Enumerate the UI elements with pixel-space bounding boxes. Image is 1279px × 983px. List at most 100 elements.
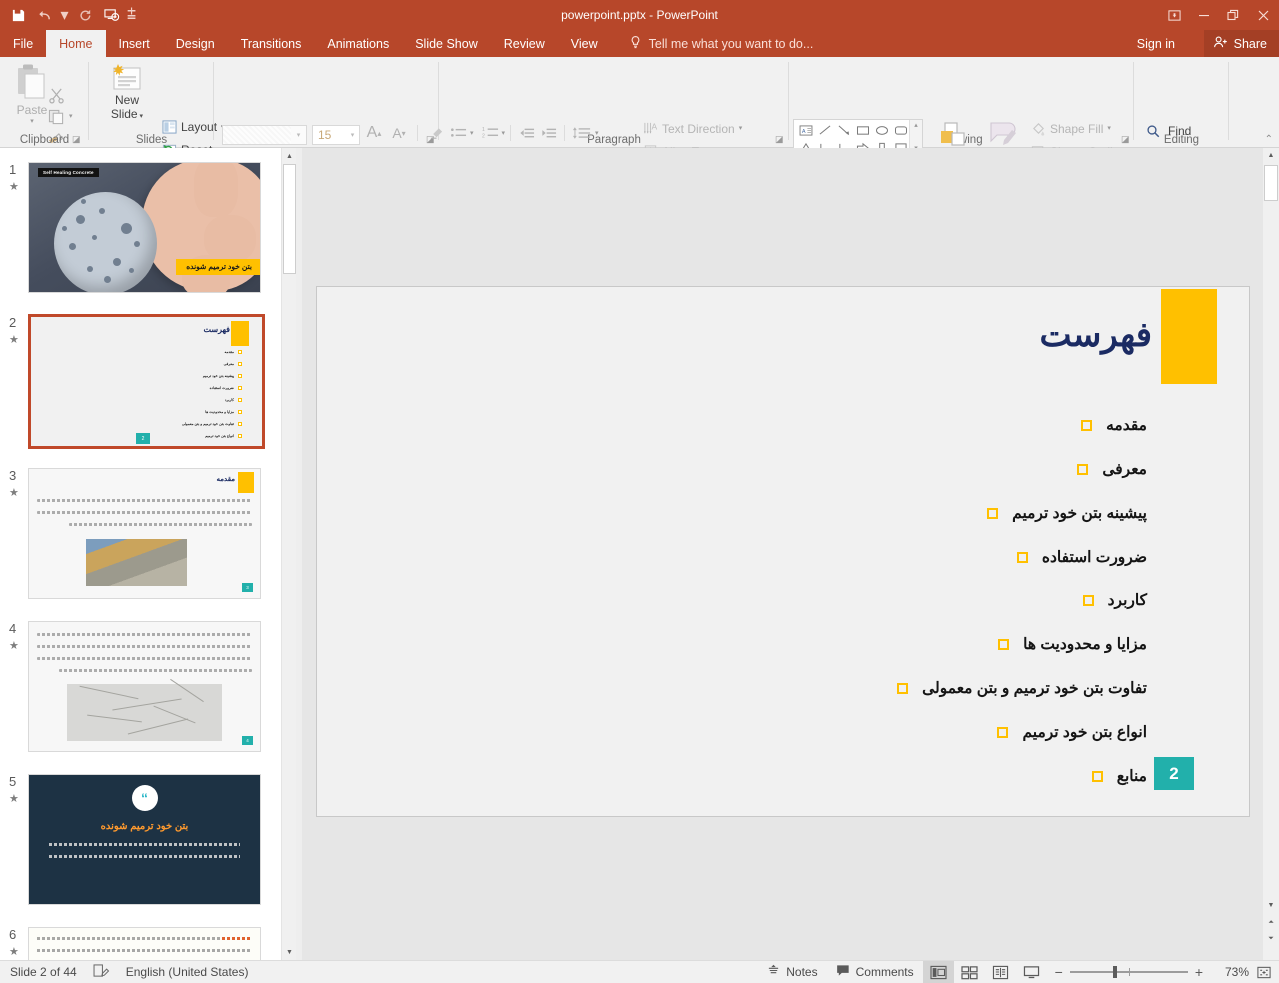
tab-transitions[interactable]: Transitions bbox=[228, 30, 315, 57]
undo-icon[interactable] bbox=[32, 4, 56, 26]
zoom-out-button[interactable]: − bbox=[1055, 965, 1063, 979]
fit-slide-to-window-icon[interactable] bbox=[1249, 965, 1279, 980]
paragraph-dialog-launcher[interactable]: ◪ bbox=[775, 134, 784, 145]
toc-item-2[interactable]: معرفی bbox=[1077, 460, 1147, 479]
main-scroll-up-icon[interactable]: ▲ bbox=[1263, 148, 1279, 163]
font-size-dropdown-icon[interactable]: ▾ bbox=[346, 131, 359, 139]
toc-item-7[interactable]: تفاوت بتن خود ترمیم و بتن معمولی bbox=[897, 679, 1147, 698]
restore-icon[interactable] bbox=[1218, 0, 1247, 30]
font-name-input[interactable]: ▾ bbox=[222, 125, 307, 145]
zoom-track[interactable] bbox=[1070, 971, 1188, 973]
increase-font-size-icon[interactable]: A▴ bbox=[363, 123, 385, 143]
clipboard-dialog-launcher[interactable]: ◪ bbox=[72, 134, 81, 145]
spell-check-icon[interactable] bbox=[93, 964, 110, 981]
font-size-value[interactable]: 15 bbox=[313, 128, 346, 142]
shape-fill-button[interactable]: Shape Fill ▾ bbox=[1028, 120, 1114, 137]
main-scrollbar-thumb[interactable] bbox=[1264, 165, 1278, 201]
shape-fill-dropdown-icon[interactable]: ▾ bbox=[1107, 125, 1111, 132]
language-label[interactable]: English (United States) bbox=[126, 965, 249, 979]
reading-view-icon[interactable] bbox=[985, 961, 1016, 983]
minimize-icon[interactable] bbox=[1189, 0, 1218, 30]
decrease-font-size-icon[interactable]: A▾ bbox=[388, 123, 410, 143]
thumbnail-frame[interactable] bbox=[28, 927, 261, 960]
previous-slide-icon[interactable]: ⏶ bbox=[1263, 915, 1279, 930]
shape-rounded-rect-icon[interactable] bbox=[891, 121, 910, 139]
toc-item-9[interactable]: منابع bbox=[1092, 767, 1147, 786]
panel-scroll-down-icon[interactable]: ▼ bbox=[282, 944, 297, 960]
shape-arrow-icon[interactable] bbox=[834, 121, 853, 139]
main-scroll-down-icon[interactable]: ▼ bbox=[1263, 898, 1279, 913]
redo-icon[interactable] bbox=[73, 4, 97, 26]
slide-edit-area[interactable]: فهرست مقدمه معرفی پیشینه بتن خود ترمیم ض… bbox=[302, 148, 1263, 960]
shape-line-icon[interactable] bbox=[815, 121, 834, 139]
toc-item-4[interactable]: ضرورت استفاده bbox=[1017, 548, 1147, 567]
slide-show-icon[interactable] bbox=[1016, 961, 1047, 983]
font-size-input[interactable]: 15 ▾ bbox=[312, 125, 360, 145]
tab-view[interactable]: View bbox=[558, 30, 611, 57]
copy-icon[interactable] bbox=[48, 109, 65, 130]
copy-dropdown-icon[interactable]: ▾ bbox=[69, 113, 73, 120]
toc-item-3[interactable]: پیشینه بتن خود ترمیم bbox=[987, 504, 1147, 523]
tab-design[interactable]: Design bbox=[163, 30, 228, 57]
tab-animations[interactable]: Animations bbox=[314, 30, 402, 57]
slide-area-scrollbar[interactable]: ▲ ▼ ⏶ ⏷ bbox=[1263, 148, 1279, 960]
panel-scroll-up-icon[interactable]: ▲ bbox=[282, 148, 297, 164]
text-direction-button[interactable]: A Text Direction ▾ bbox=[640, 120, 745, 137]
slide-sorter-icon[interactable] bbox=[954, 961, 985, 983]
tell-me-box[interactable]: Tell me what you want to do... bbox=[611, 30, 814, 57]
line-spacing-dropdown-icon[interactable]: ▾ bbox=[595, 130, 599, 137]
new-slide-button[interactable]: New Slide ▾ bbox=[101, 63, 153, 121]
font-name-value[interactable] bbox=[223, 126, 291, 144]
cut-icon[interactable] bbox=[48, 87, 65, 109]
numbering-dropdown-icon[interactable]: ▾ bbox=[502, 130, 506, 137]
zoom-in-button[interactable]: + bbox=[1195, 965, 1203, 979]
bullets-button[interactable] bbox=[448, 123, 469, 143]
thumbnail-frame[interactable]: 4 bbox=[28, 621, 261, 752]
numbering-button[interactable]: 12 bbox=[480, 123, 501, 143]
current-slide-canvas[interactable]: فهرست مقدمه معرفی پیشینه بتن خود ترمیم ض… bbox=[316, 286, 1250, 817]
comments-button[interactable]: Comments bbox=[827, 961, 923, 983]
slide-thumbnail-panel[interactable]: 1 ★ bbox=[0, 148, 281, 960]
tab-file[interactable]: File bbox=[0, 30, 46, 57]
shape-oval-icon[interactable] bbox=[872, 121, 891, 139]
tab-review[interactable]: Review bbox=[491, 30, 558, 57]
toc-item-1[interactable]: مقدمه bbox=[1081, 416, 1147, 435]
share-button[interactable]: Share bbox=[1204, 30, 1279, 57]
start-from-beginning-icon[interactable] bbox=[99, 4, 123, 26]
line-spacing-button[interactable] bbox=[570, 123, 594, 143]
toc-item-8[interactable]: انواع بتن خود ترمیم bbox=[997, 723, 1147, 742]
toc-item-6[interactable]: مزایا و محدودیت ها bbox=[998, 635, 1147, 654]
shape-rectangle-icon[interactable] bbox=[853, 121, 872, 139]
thumbnail-panel-scrollbar[interactable]: ▲ ▼ bbox=[281, 148, 296, 960]
collapse-ribbon-icon[interactable]: ⌃ bbox=[1265, 134, 1273, 145]
zoom-slider[interactable]: − + bbox=[1047, 965, 1211, 979]
thumbnail-frame[interactable]: مقدمه 3 bbox=[28, 468, 261, 599]
font-name-dropdown-icon[interactable]: ▾ bbox=[291, 131, 306, 139]
decrease-indent-button[interactable] bbox=[516, 123, 537, 143]
bullets-dropdown-icon[interactable]: ▾ bbox=[470, 130, 474, 137]
thumbnail-frame-selected[interactable]: فهرست مقدمه معرفی پیشینه بتن خود ترمیم ض… bbox=[28, 314, 265, 449]
ribbon-display-options-icon[interactable] bbox=[1160, 0, 1189, 30]
zoom-knob[interactable] bbox=[1113, 966, 1117, 978]
slide-title[interactable]: فهرست bbox=[1039, 315, 1152, 355]
close-icon[interactable] bbox=[1247, 0, 1279, 30]
sign-in-button[interactable]: Sign in bbox=[1137, 30, 1175, 57]
tab-slide-show[interactable]: Slide Show bbox=[402, 30, 491, 57]
thumbnail-frame[interactable]: “ بتن خود ترمیم شونده bbox=[28, 774, 261, 905]
normal-view-icon[interactable] bbox=[923, 961, 954, 983]
thumbnail-frame[interactable]: Self Healing Concrete بتن خود ترمیم شوند… bbox=[28, 162, 261, 293]
undo-dropdown-icon[interactable]: ▾ bbox=[58, 4, 71, 26]
paste-dropdown-icon[interactable]: ▾ bbox=[30, 118, 34, 125]
toc-item-5[interactable]: کاربرد bbox=[1083, 591, 1147, 610]
gallery-scroll-up-icon[interactable]: ▴ bbox=[914, 121, 918, 129]
next-slide-icon[interactable]: ⏷ bbox=[1263, 931, 1279, 946]
tab-home[interactable]: Home bbox=[46, 30, 105, 57]
text-direction-dropdown-icon[interactable]: ▾ bbox=[739, 125, 743, 132]
shape-textbox-icon[interactable]: A bbox=[796, 121, 815, 139]
zoom-percent-label[interactable]: 73% bbox=[1211, 965, 1249, 979]
save-icon[interactable] bbox=[6, 4, 30, 26]
increase-indent-button[interactable] bbox=[538, 123, 559, 143]
customize-qat-icon[interactable]: ⩲ bbox=[125, 4, 138, 26]
tab-insert[interactable]: Insert bbox=[106, 30, 163, 57]
notes-button[interactable]: Notes bbox=[758, 961, 826, 983]
